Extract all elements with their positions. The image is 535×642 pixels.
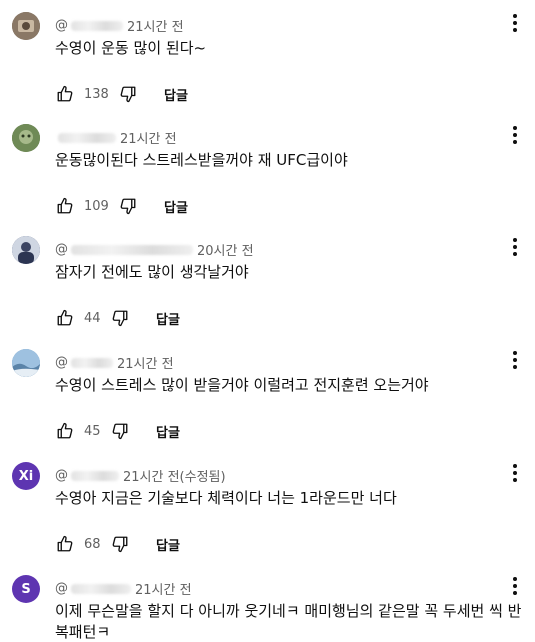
comment-time[interactable]: 21시간 전 [117,353,174,372]
reply-button[interactable]: 답글 [164,85,188,104]
avatar-image-icon [12,236,40,264]
avatar[interactable] [12,349,40,377]
comment-time[interactable]: 21시간 전(수정됨) [123,466,226,485]
like-icon[interactable] [55,421,75,441]
more-options-icon[interactable] [509,349,521,371]
author-handle[interactable]: @ [55,355,68,370]
comment-text: 이제 무슨말을 할지 다 아니까 웃기네ㅋ 매미행님의 같은말 꼭 두세번 씩 … [55,602,522,641]
comments-list: @ 21시간 전 수영이 운동 많이 된다~ 138 답글 21시간 전 운동많… [0,0,535,642]
author-handle-redacted [71,583,131,594]
author-handle-redacted [71,20,123,31]
dislike-icon[interactable] [118,84,138,104]
author-handle[interactable]: @ [55,581,68,596]
comment-actions: 45 답글 [55,421,180,441]
comment-text: 수영아 지금은 기술보다 체력이다 너는 1라운드만 너다 [55,489,397,507]
dislike-icon[interactable] [110,308,130,328]
comment-meta: @ 21시간 전 [55,16,184,35]
comment-text: 수영이 스트레스 많이 받을거야 이럴려고 전지훈련 오는거야 [55,376,429,394]
more-options-icon[interactable] [509,575,521,597]
reply-button[interactable]: 답글 [156,422,180,441]
reply-button[interactable]: 답글 [164,197,188,216]
comment-meta: @ 21시간 전 [55,579,192,598]
more-options-icon[interactable] [509,124,521,146]
comment-time[interactable]: 21시간 전 [127,16,184,35]
comment-time[interactable]: 21시간 전 [120,128,177,147]
comment-item: @ 21시간 전 수영이 운동 많이 된다~ 138 답글 [0,12,535,112]
comment-item: @ 21시간 전 수영이 스트레스 많이 받을거야 이럴려고 전지훈련 오는거야… [0,349,535,449]
comment-item: 21시간 전 운동많이된다 스트레스받을꺼야 재 UFC급이야 109 답글 [0,124,535,224]
like-icon[interactable] [55,308,75,328]
author-handle[interactable]: @ [55,468,68,483]
more-options-icon[interactable] [509,236,521,258]
author-handle-redacted [71,470,119,481]
avatar[interactable] [12,124,40,152]
comment-actions: 138 답글 [55,84,188,104]
comment-time[interactable]: 21시간 전 [135,579,192,598]
reply-button[interactable]: 답글 [156,309,180,328]
comment-item: Xi @ 21시간 전(수정됨) 수영아 지금은 기술보다 체력이다 너는 1라… [0,462,535,562]
avatar[interactable] [12,12,40,40]
like-count: 109 [84,198,109,214]
comment-time[interactable]: 20시간 전 [197,240,254,259]
comment-actions: 68 답글 [55,534,180,554]
comment-meta: @ 21시간 전 [55,353,174,372]
comment-text: 잠자기 전에도 많이 생각날거야 [55,263,249,281]
more-options-icon[interactable] [509,462,521,484]
comment-item: @ 20시간 전 잠자기 전에도 많이 생각날거야 44 답글 [0,236,535,336]
comment-text: 수영이 운동 많이 된다~ [55,39,207,57]
like-count: 68 [84,536,101,552]
author-handle[interactable]: @ [55,242,68,257]
comment-meta: @ 21시간 전(수정됨) [55,466,226,485]
comment-actions: 109 답글 [55,196,188,216]
dislike-icon[interactable] [110,534,130,554]
author-handle[interactable]: @ [55,18,68,33]
like-icon[interactable] [55,196,75,216]
author-handle-redacted [58,132,116,143]
like-count: 138 [84,86,109,102]
comment-item: S @ 21시간 전 이제 무슨말을 할지 다 아니까 웃기네ㅋ 매미행님의 같… [0,575,535,642]
avatar-image-icon [12,124,40,152]
avatar-image-icon [12,12,40,40]
dislike-icon[interactable] [118,196,138,216]
reply-button[interactable]: 답글 [156,535,180,554]
comment-text: 운동많이된다 스트레스받을꺼야 재 UFC급이야 [55,151,348,169]
dislike-icon[interactable] [110,421,130,441]
comment-meta: 21시간 전 [55,128,177,147]
comment-actions: 44 답글 [55,308,180,328]
avatar[interactable]: S [12,575,40,603]
avatar[interactable] [12,236,40,264]
avatar[interactable]: Xi [12,462,40,490]
like-count: 45 [84,423,101,439]
more-options-icon[interactable] [509,12,521,34]
avatar-image-icon [12,349,40,377]
like-icon[interactable] [55,534,75,554]
like-icon[interactable] [55,84,75,104]
author-handle-redacted [71,357,113,368]
author-handle-redacted [71,244,193,255]
comment-meta: @ 20시간 전 [55,240,254,259]
like-count: 44 [84,310,101,326]
